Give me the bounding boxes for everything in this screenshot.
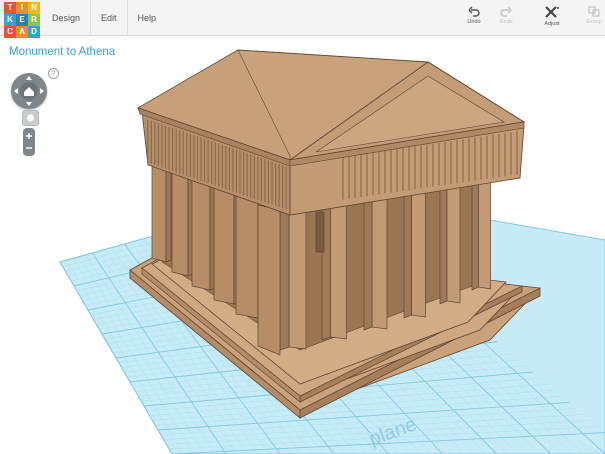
logo-letter: T (4, 2, 16, 14)
menu-design[interactable]: Design (42, 0, 92, 36)
top-toolbar: TINKERCAD Design Edit Help Undo Redo Adj… (0, 0, 605, 38)
logo-letter: E (16, 14, 28, 26)
3d-viewport[interactable]: plane (0, 36, 605, 454)
temple-column[interactable] (288, 201, 307, 350)
temple-column[interactable] (279, 201, 290, 351)
adjust-button[interactable]: Adjust (537, 5, 567, 33)
undo-icon (468, 6, 480, 17)
group-label: Group (586, 19, 602, 25)
temple-column[interactable] (411, 184, 426, 318)
menu-edit[interactable]: Edit (91, 0, 128, 36)
redo-icon (500, 6, 512, 17)
zoom-control[interactable] (23, 128, 35, 156)
group-icon (588, 6, 600, 17)
temple-column[interactable] (446, 178, 461, 304)
temple-column[interactable] (478, 172, 491, 290)
redo-button[interactable]: Redo (491, 5, 521, 33)
logo-letter: I (16, 2, 28, 14)
adjust-icon (545, 6, 559, 18)
fit-view-icon (27, 114, 34, 122)
temple-column[interactable] (330, 196, 347, 340)
undo-label: Undo (467, 19, 481, 25)
adjust-label: Adjust (544, 21, 560, 27)
menu-help[interactable]: Help (128, 0, 167, 36)
logo-letter: N (28, 2, 40, 14)
athena-statue[interactable] (315, 211, 325, 253)
temple-column[interactable] (371, 190, 388, 330)
logo-letter: R (28, 14, 40, 26)
fit-view-button[interactable] (22, 110, 39, 126)
main-menu: Design Edit Help (42, 0, 166, 36)
temple-column[interactable] (439, 178, 448, 305)
temple-column[interactable] (403, 184, 412, 319)
temple-column[interactable] (471, 172, 479, 291)
home-view-icon (14, 76, 44, 106)
undo-button[interactable]: Undo (459, 5, 489, 33)
temple-column[interactable] (257, 204, 281, 356)
design-title[interactable]: Monument to Athena (9, 46, 115, 58)
group-button[interactable]: Group (582, 5, 605, 33)
tinkercad-logo[interactable]: TINKERCAD (4, 2, 40, 38)
logo-letter: K (4, 14, 16, 26)
redo-label: Redo (499, 19, 513, 25)
help-button[interactable]: ? (48, 68, 59, 79)
zoom-icon (26, 133, 32, 149)
view-navigation-control[interactable] (11, 73, 47, 109)
temple-column[interactable] (363, 190, 373, 331)
